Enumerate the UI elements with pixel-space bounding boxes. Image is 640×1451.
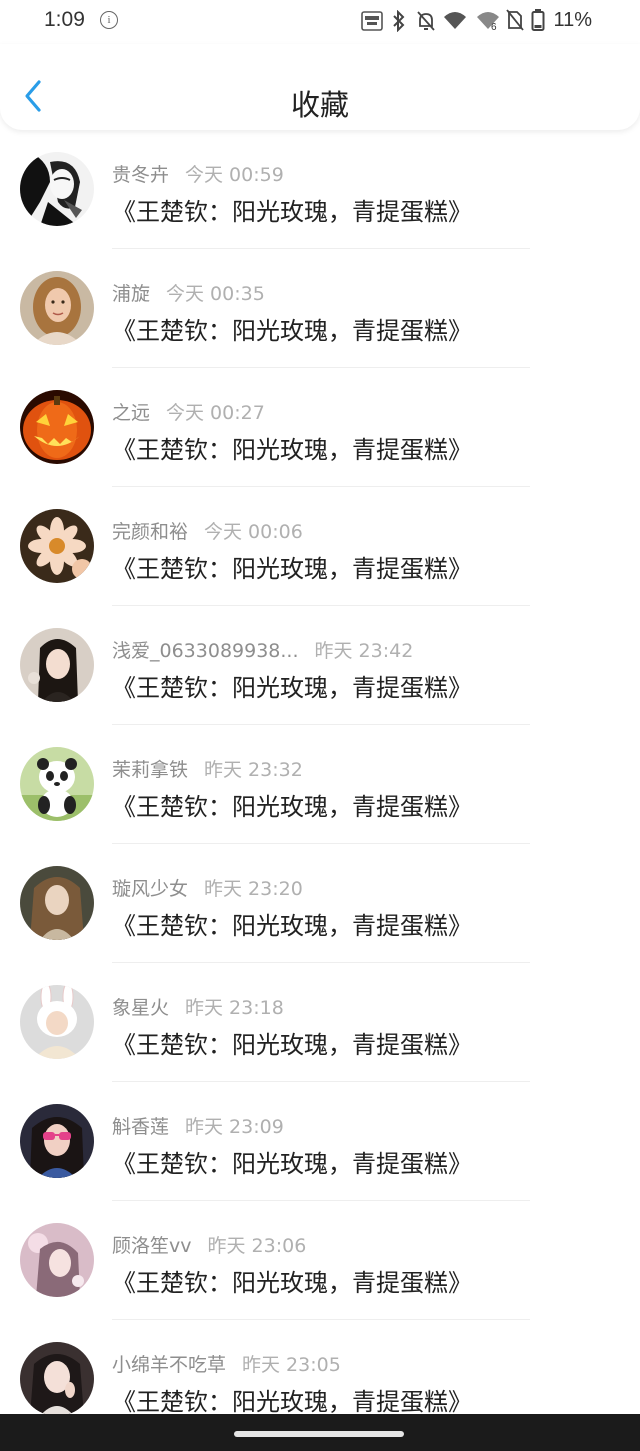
item-meta: 之远 今天 00:27 [112,398,265,425]
list-item[interactable]: 完颜和裕 今天 00:06 《王楚钦：阳光玫瑰，青提蛋糕》 [0,487,640,606]
avatar[interactable] [20,866,94,940]
timestamp: 昨天 23:18 [185,997,284,1019]
favorites-list: 贵冬卉 今天 00:59 《王楚钦：阳光玫瑰，青提蛋糕》 浦旋 今天 00:35 《… [0,130,640,1439]
timestamp: 昨天 23:06 [207,1235,307,1257]
list-item[interactable]: 顾洛笙vv 昨天 23:06 《王楚钦：阳光玫瑰，青提蛋糕》 [0,1201,640,1320]
item-meta: 顾洛笙vv 昨天 23:06 [112,1231,306,1258]
timestamp: 今天 00:59 [185,164,284,186]
item-meta: 璇风少女 昨天 23:20 [112,874,303,901]
avatar[interactable] [20,1104,94,1178]
list-item[interactable]: 浅爱_0633089938... 昨天 23:42 《王楚钦：阳光玫瑰，青提蛋糕》 [0,606,640,725]
top-app-bar: 收藏 [0,44,640,130]
username[interactable]: 斛香莲 [112,1116,169,1138]
timestamp: 今天 00:35 [166,283,265,305]
avatar[interactable] [20,628,94,702]
item-title[interactable]: 《王楚钦：阳光玫瑰，青提蛋糕》 [112,1382,472,1417]
username[interactable]: 之远 [112,402,150,424]
item-title[interactable]: 《王楚钦：阳光玫瑰，青提蛋糕》 [112,549,472,584]
avatar[interactable] [20,271,94,345]
item-title[interactable]: 《王楚钦：阳光玫瑰，青提蛋糕》 [112,668,472,703]
avatar[interactable] [20,747,94,821]
avatar[interactable] [20,509,94,583]
list-item[interactable]: 浦旋 今天 00:35 《王楚钦：阳光玫瑰，青提蛋糕》 [0,249,640,368]
no-sim-icon [506,9,524,31]
item-meta: 浅爱_0633089938... 昨天 23:42 [112,636,413,663]
username[interactable]: 顾洛笙vv [112,1235,192,1257]
bluetooth-icon [393,10,405,32]
list-item[interactable]: 斛香莲 昨天 23:09 《王楚钦：阳光玫瑰，青提蛋糕》 [0,1082,640,1201]
list-item[interactable]: 茉莉拿铁 昨天 23:32 《王楚钦：阳光玫瑰，青提蛋糕》 [0,725,640,844]
list-item[interactable]: 贵冬卉 今天 00:59 《王楚钦：阳光玫瑰，青提蛋糕》 [0,130,640,249]
wifi-6-icon: 6 [477,12,499,31]
wifi-icon [444,12,466,29]
item-meta: 小绵羊不吃草 昨天 23:05 [112,1350,341,1377]
item-meta: 斛香莲 昨天 23:09 [112,1112,284,1139]
avatar[interactable] [20,1223,94,1297]
auto-hz-icon [361,11,383,31]
username[interactable]: 完颜和裕 [112,521,188,543]
username[interactable]: 小绵羊不吃草 [112,1354,226,1376]
list-item[interactable]: 象星火 昨天 23:18 《王楚钦：阳光玫瑰，青提蛋糕》 [0,963,640,1082]
item-meta: 浦旋 今天 00:35 [112,279,265,306]
list-item[interactable]: 之远 今天 00:27 《王楚钦：阳光玫瑰，青提蛋糕》 [0,368,640,487]
username[interactable]: 浅爱_0633089938... [112,640,299,662]
avatar[interactable] [20,985,94,1059]
svg-text:6: 6 [491,22,497,31]
timestamp: 昨天 23:32 [204,759,303,781]
item-title[interactable]: 《王楚钦：阳光玫瑰，青提蛋糕》 [112,1263,472,1298]
username[interactable]: 象星火 [112,997,169,1019]
item-meta: 完颜和裕 今天 00:06 [112,517,303,544]
item-title[interactable]: 《王楚钦：阳光玫瑰，青提蛋糕》 [112,1144,472,1179]
info-icon: i [100,11,118,29]
item-title[interactable]: 《王楚钦：阳光玫瑰，青提蛋糕》 [112,192,472,227]
avatar[interactable] [20,390,94,464]
status-bar: 1:09 i 6 11% [0,0,640,44]
item-meta: 象星火 昨天 23:18 [112,993,284,1020]
timestamp: 昨天 23:42 [314,640,414,662]
item-title[interactable]: 《王楚钦：阳光玫瑰，青提蛋糕》 [112,787,472,822]
username[interactable]: 茉莉拿铁 [112,759,188,781]
item-title[interactable]: 《王楚钦：阳光玫瑰，青提蛋糕》 [112,311,472,346]
system-nav-bar [0,1414,640,1451]
battery-icon [531,9,545,31]
item-title[interactable]: 《王楚钦：阳光玫瑰，青提蛋糕》 [112,906,472,941]
status-time: 1:09 [44,8,85,31]
item-title[interactable]: 《王楚钦：阳光玫瑰，青提蛋糕》 [112,1025,472,1060]
avatar[interactable] [20,152,94,226]
item-meta: 贵冬卉 今天 00:59 [112,160,284,187]
username[interactable]: 浦旋 [112,283,150,305]
username[interactable]: 贵冬卉 [112,164,169,186]
timestamp: 今天 00:27 [166,402,265,424]
notifications-off-icon [417,11,435,31]
page-title: 收藏 [290,88,349,122]
battery-percent: 11% [553,9,592,31]
username[interactable]: 璇风少女 [112,878,188,900]
item-title[interactable]: 《王楚钦：阳光玫瑰，青提蛋糕》 [112,430,472,465]
timestamp: 昨天 23:05 [242,1354,341,1376]
item-meta: 茉莉拿铁 昨天 23:32 [112,755,303,782]
timestamp: 今天 00:06 [204,521,303,543]
avatar[interactable] [20,1342,94,1416]
timestamp: 昨天 23:20 [204,878,303,900]
list-item[interactable]: 璇风少女 昨天 23:20 《王楚钦：阳光玫瑰，青提蛋糕》 [0,844,640,963]
home-gesture-handle[interactable] [234,1431,404,1437]
timestamp: 昨天 23:09 [185,1116,284,1138]
